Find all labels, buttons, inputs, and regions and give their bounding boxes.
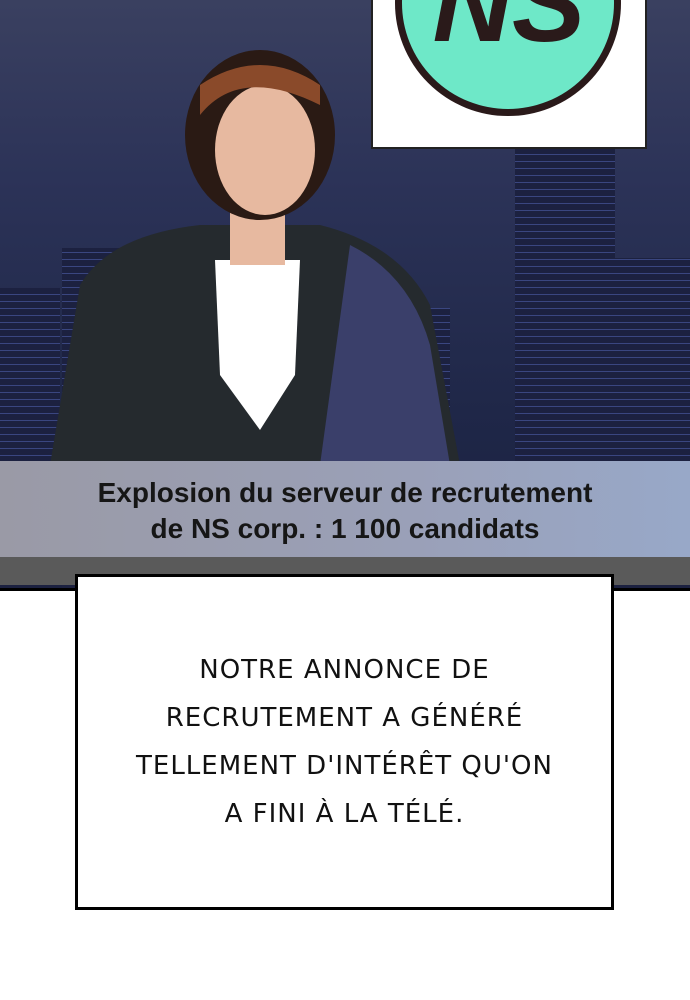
caption-line: NOTRE ANNONCE DE — [199, 655, 490, 685]
news-ticker: Explosion du serveur de recrutement de N… — [0, 461, 690, 557]
caption-line: RECRUTEMENT A GÉNÉRÉ — [165, 703, 524, 733]
ns-logo: NS — [371, 0, 647, 149]
news-scene: NS Explosion du serveur de recrutement d… — [0, 0, 690, 591]
ticker-line-2: de NS corp. : 1 100 candidats — [150, 513, 540, 544]
logo-text: NS — [432, 0, 586, 65]
ticker-line-1: Explosion du serveur de recrutement — [97, 477, 593, 508]
caption-line: A FINI À LA TÉLÉ. — [224, 799, 465, 829]
caption-line: TELLEMENT D'INTÉRÊT QU'ON — [136, 751, 553, 781]
caption-box: NOTRE ANNONCE DE RECRUTEMENT A GÉNÉRÉ TE… — [75, 574, 614, 910]
